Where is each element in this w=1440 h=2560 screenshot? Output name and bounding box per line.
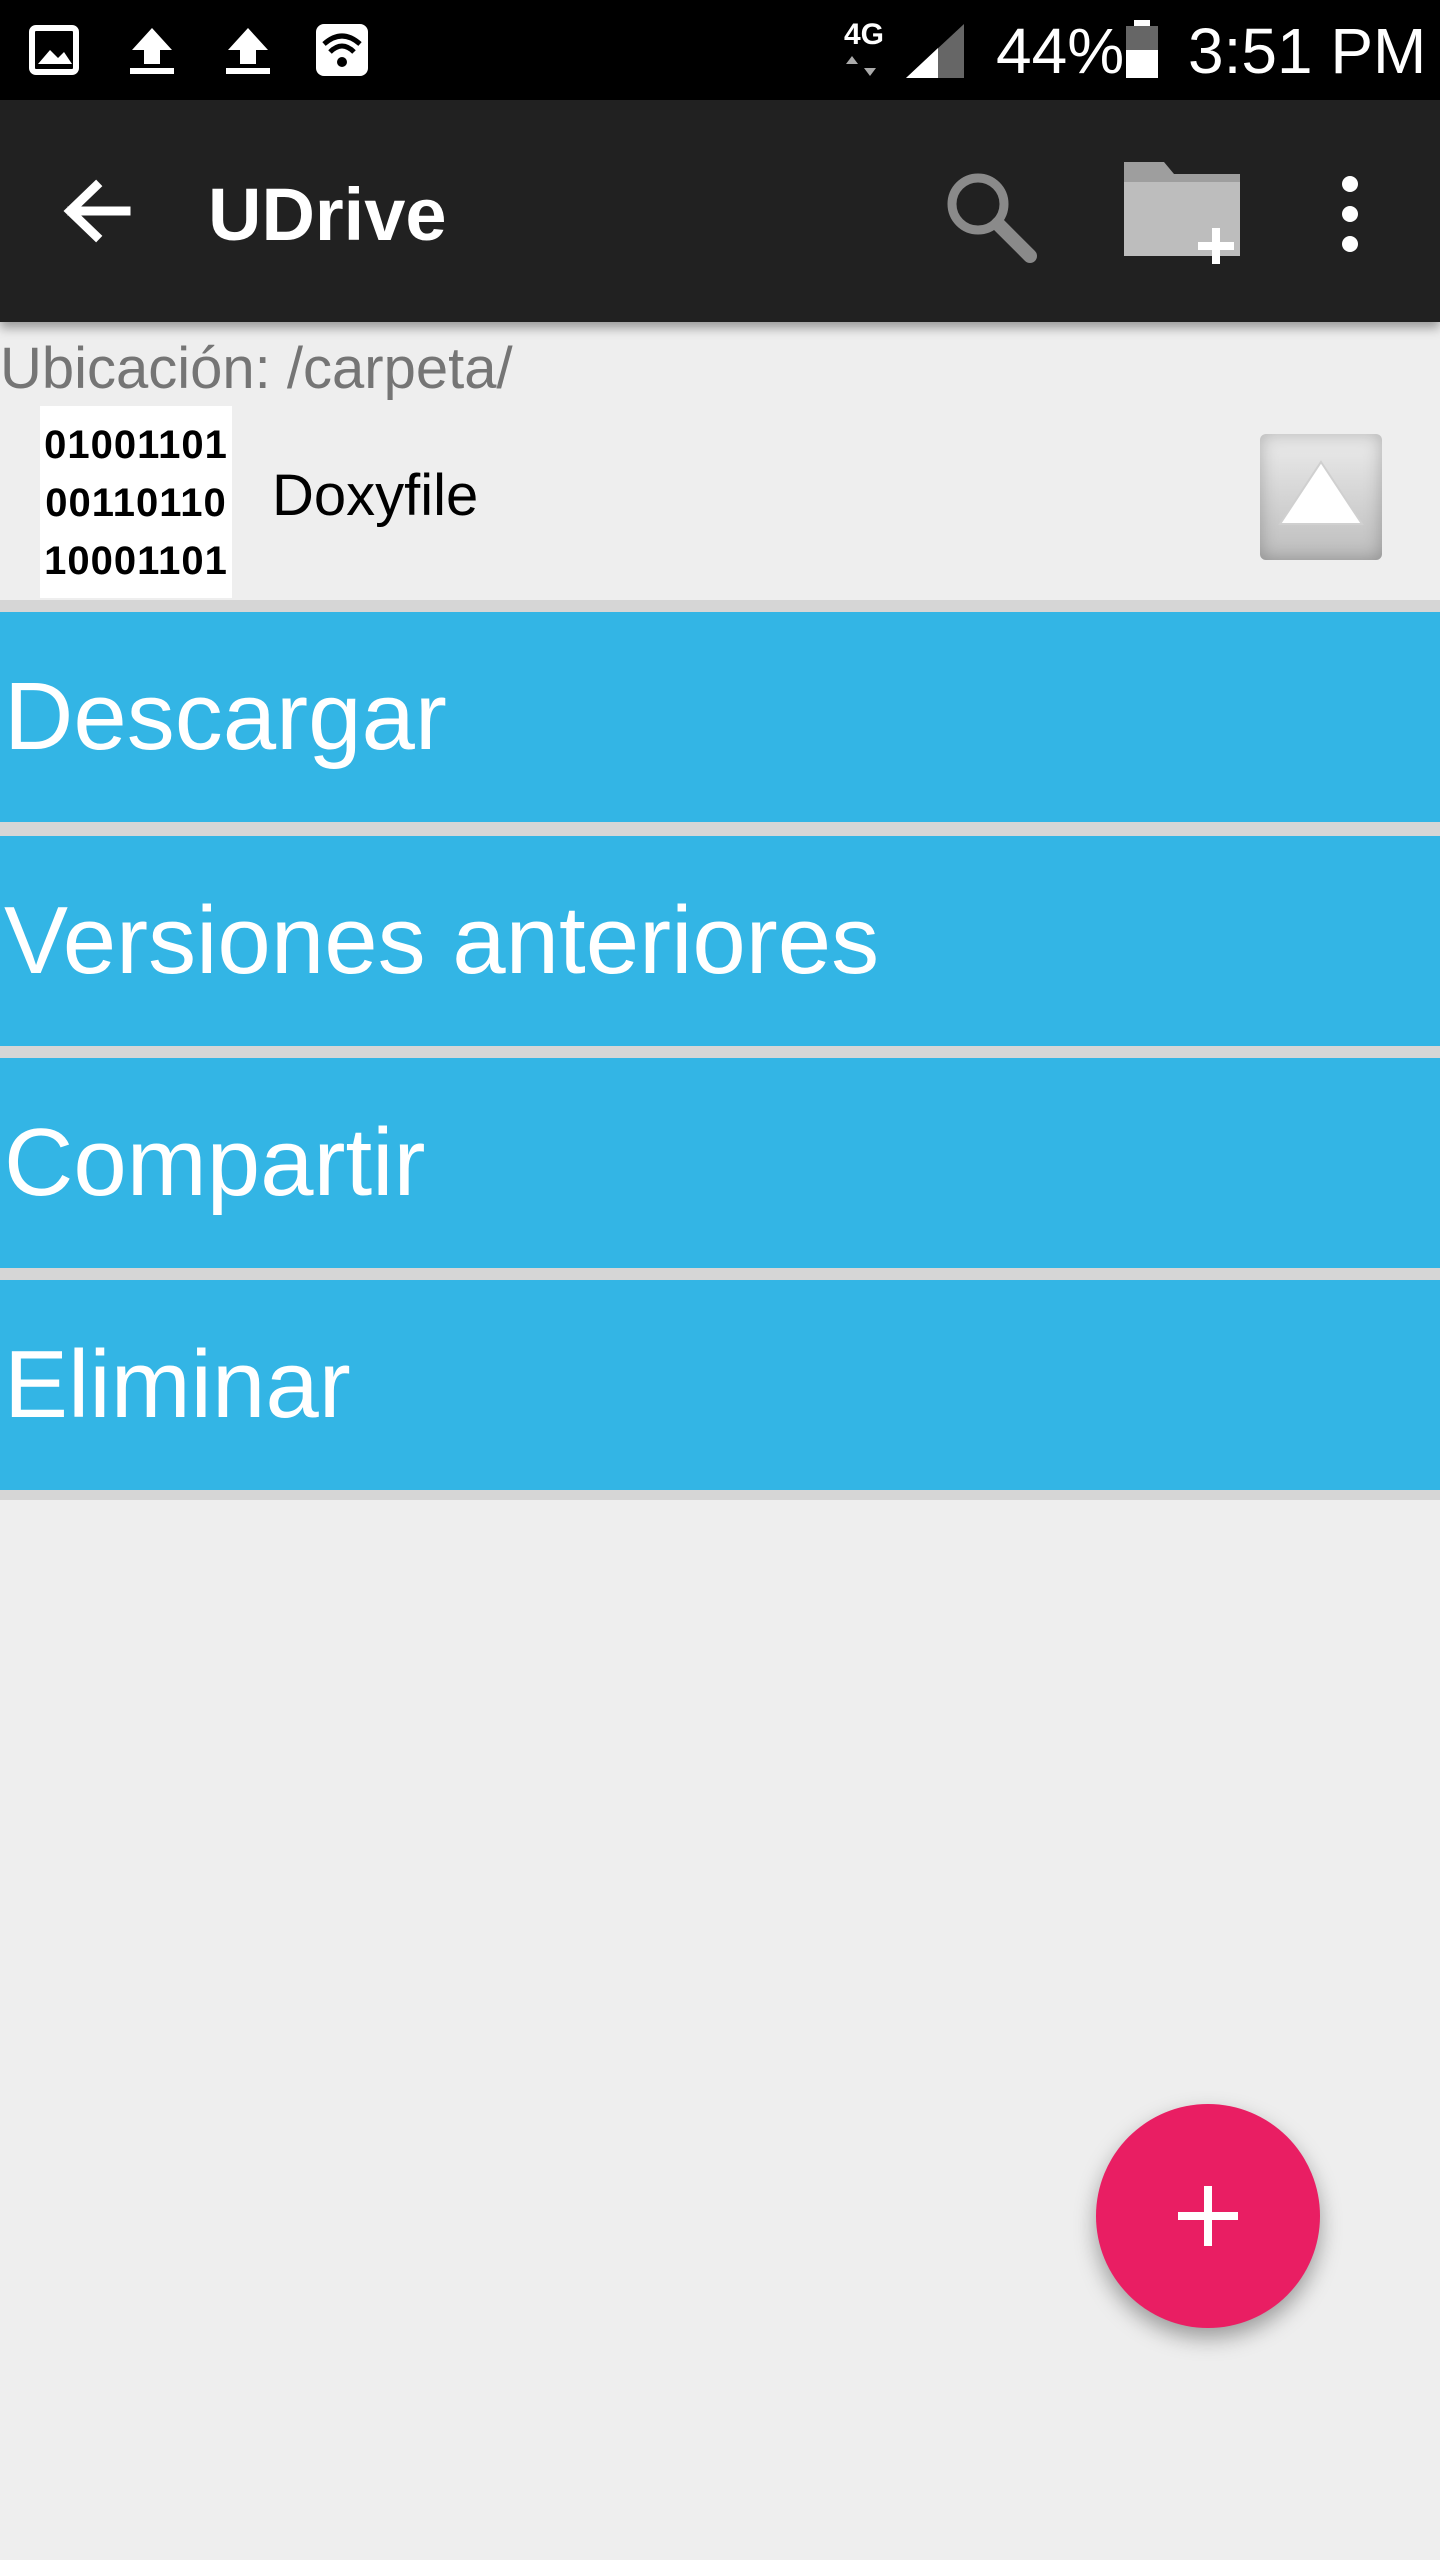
triangle-up-icon — [1278, 460, 1364, 525]
divider — [0, 1490, 1440, 1500]
back-arrow-icon[interactable] — [56, 166, 146, 256]
collapse-button[interactable] — [1260, 434, 1382, 560]
divider — [0, 1268, 1440, 1280]
battery-icon — [1126, 20, 1158, 78]
image-icon — [29, 25, 79, 75]
status-bar: 4G 44% 3:51 PM — [0, 0, 1440, 100]
divider — [0, 822, 1440, 836]
previous-versions-action[interactable]: Versiones anteriores — [0, 836, 1440, 1046]
file-name: Doxyfile — [272, 463, 479, 528]
signal-icon — [906, 24, 964, 78]
thumbnail-line: 10001101 — [44, 539, 228, 583]
wifi-icon — [316, 24, 368, 76]
overflow-menu-icon[interactable] — [1320, 172, 1380, 256]
upload-icon — [226, 28, 270, 74]
download-action[interactable]: Descargar — [0, 612, 1440, 822]
add-fab-button[interactable] — [1096, 2104, 1320, 2328]
location-path: Ubicación: /carpeta/ — [0, 336, 513, 401]
network-type: 4G — [844, 18, 885, 51]
thumbnail-line: 00110110 — [45, 481, 227, 525]
divider — [0, 600, 1440, 612]
data-arrows-icon — [846, 56, 876, 76]
binary-file-icon: 01001101 00110110 10001101 — [40, 406, 232, 598]
file-row[interactable]: 01001101 00110110 10001101 Doxyfile — [0, 404, 1440, 600]
app-title: UDrive — [208, 173, 447, 256]
clock: 3:51 PM — [1188, 15, 1427, 87]
app-toolbar: UDrive — [0, 100, 1440, 322]
battery-percent: 44% — [996, 15, 1125, 87]
divider — [0, 1046, 1440, 1058]
new-folder-icon[interactable] — [1120, 148, 1250, 268]
search-icon[interactable] — [940, 166, 1040, 266]
plus-icon — [1178, 2186, 1238, 2246]
share-action[interactable]: Compartir — [0, 1058, 1440, 1268]
delete-action[interactable]: Eliminar — [0, 1280, 1440, 1490]
upload-icon — [130, 28, 174, 74]
thumbnail-line: 01001101 — [44, 423, 228, 467]
